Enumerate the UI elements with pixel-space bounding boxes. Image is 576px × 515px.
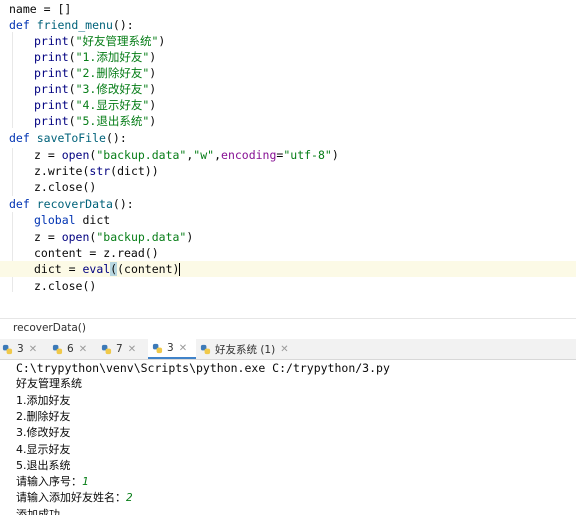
console-line: 添加成功 [16,508,60,515]
run-tab-label: 6 [67,343,74,355]
code-line-15[interactable]: z = open("backup.data") [9,229,193,245]
close-icon[interactable]: ✕ [179,343,187,354]
run-tab-3[interactable]: 7 ✕ [101,339,143,359]
close-icon[interactable]: ✕ [29,344,37,355]
python-icon [52,344,63,354]
code-line-9[interactable]: def saveToFile(): [9,130,127,146]
code-line-16[interactable]: content = z.read() [9,245,159,261]
console-line: 3.修改好友 [16,426,71,439]
python-icon [101,344,112,354]
run-tab-label: 7 [116,343,123,355]
run-console[interactable]: C:\trypython\venv\Scripts\python.exe C:/… [0,360,576,515]
code-line-18[interactable]: z.close() [9,278,96,294]
console-line: 2.删除好友 [16,410,71,423]
code-editor[interactable]: name = [] def friend_menu(): print("好友管理… [0,0,576,318]
console-input: 1 [82,475,89,488]
code-line-10[interactable]: z = open("backup.data","w",encoding="utf… [9,147,339,163]
run-tab-5[interactable]: 好友系统 (1) ✕ [200,339,300,359]
breadcrumb[interactable]: recoverData() [13,322,86,334]
console-prompt: 请输入序号：1 [16,475,89,488]
code-line-1[interactable]: name = [] [9,1,71,17]
python-icon [200,344,211,354]
console-command: C:\trypython\venv\Scripts\python.exe C:/… [16,361,390,375]
console-input: 2 [126,491,133,504]
run-tab-label: 好友系统 (1) [215,343,276,356]
console-line: 4.显示好友 [16,443,71,456]
run-tab-label: 3 [17,343,24,355]
code-line-17-current[interactable]: dict = eval((content) [0,261,576,277]
code-line-13[interactable]: def recoverData(): [9,196,134,212]
console-line: 好友管理系统 [16,377,82,390]
code-line-12[interactable]: z.close() [9,179,96,195]
code-line-8[interactable]: print("5.退出系统") [9,113,156,129]
run-tabs: 3 ✕ 6 ✕ 7 ✕ 3 ✕ 好友系统 (1) ✕ [0,339,576,360]
close-icon[interactable]: ✕ [79,344,87,355]
python-icon [2,344,13,354]
code-line-14[interactable]: global dict [9,212,110,228]
code-line-6[interactable]: print("3.修改好友") [9,81,156,97]
console-line: 1.添加好友 [16,394,71,407]
run-tab-label: 3 [167,342,174,354]
text-caret [179,263,181,276]
breadcrumb-bar: recoverData() [0,318,576,341]
close-icon[interactable]: ✕ [280,344,288,355]
code-line-2[interactable]: def friend_menu(): [9,17,134,33]
python-icon [152,343,163,353]
run-tab-2[interactable]: 6 ✕ [52,339,94,359]
code-line-7[interactable]: print("4.显示好友") [9,97,156,113]
code-line-11[interactable]: z.write(str(dict)) [9,163,159,179]
run-tab-1[interactable]: 3 ✕ [2,339,44,359]
close-icon[interactable]: ✕ [128,344,136,355]
run-tab-4-active[interactable]: 3 ✕ [148,339,196,359]
code-line-4[interactable]: print("1.添加好友") [9,49,156,65]
console-prompt: 请输入添加好友姓名：2 [16,491,133,504]
code-line-3[interactable]: print("好友管理系统") [9,33,165,49]
console-line: 5.退出系统 [16,459,71,472]
code-line-5[interactable]: print("2.删除好友") [9,65,156,81]
